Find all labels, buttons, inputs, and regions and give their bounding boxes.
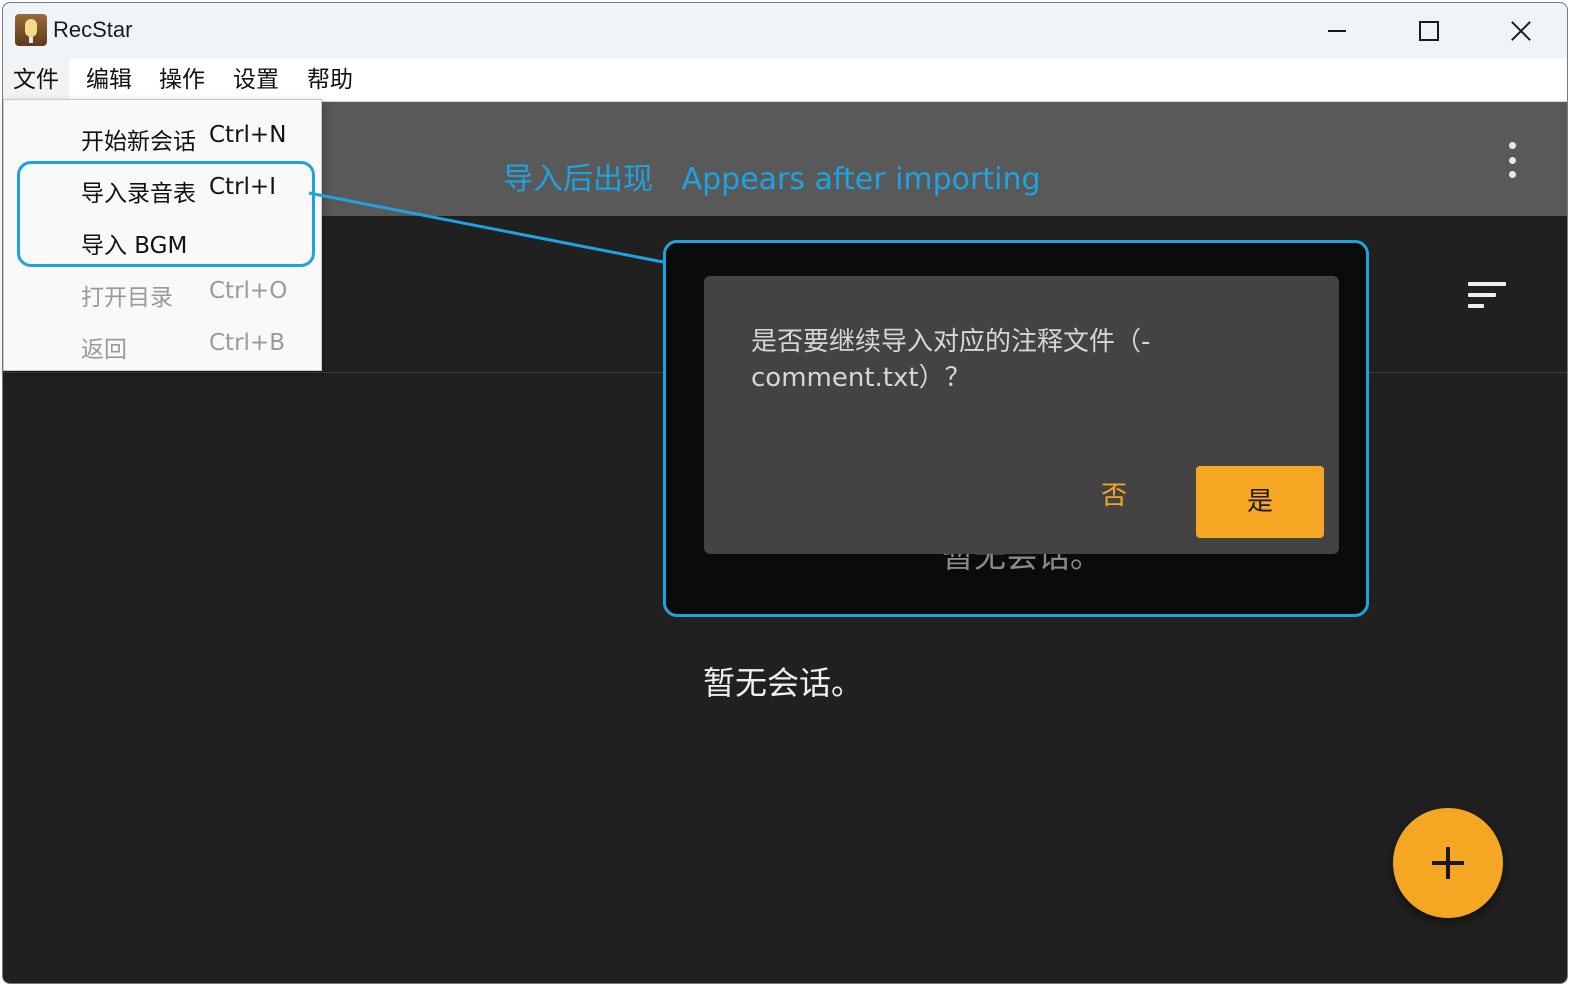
- menu-item-back: 返回 Ctrl+B: [4, 316, 321, 368]
- header-annotation: 导入后出现 Appears after importing: [503, 162, 1041, 197]
- more-vertical-icon[interactable]: [1505, 142, 1519, 178]
- dialog-callout-frame: 暂无会话。 是否要继续导入对应的注释文件（-comment.txt）？ 否 是: [663, 240, 1369, 617]
- menu-file[interactable]: 文件: [3, 59, 69, 101]
- menu-item-label: 导入 BGM: [81, 233, 188, 259]
- confirm-dialog: 是否要继续导入对应的注释文件（-comment.txt）？ 否 是: [704, 276, 1339, 554]
- minimize-icon: [1328, 30, 1346, 32]
- close-button[interactable]: [1475, 3, 1567, 59]
- empty-state-text: 暂无会话。: [703, 664, 864, 702]
- menu-item-shortcut: Ctrl+N: [209, 122, 287, 148]
- menu-item-label: 导入录音表: [81, 181, 196, 207]
- menu-edit[interactable]: 编辑: [76, 59, 142, 101]
- minimize-button[interactable]: [1291, 3, 1383, 59]
- menu-item-new-session[interactable]: 开始新会话 Ctrl+N: [4, 108, 321, 160]
- menu-settings[interactable]: 设置: [223, 59, 289, 101]
- maximize-button[interactable]: [1383, 3, 1475, 59]
- title-bar: RecStar: [3, 3, 1567, 59]
- add-session-button[interactable]: [1393, 808, 1503, 918]
- menu-item-label: 打开目录: [81, 285, 173, 311]
- menu-item-label: 返回: [81, 337, 127, 363]
- window-title: RecStar: [53, 17, 133, 42]
- menu-operate[interactable]: 操作: [149, 59, 215, 101]
- menu-item-label: 开始新会话: [81, 129, 196, 155]
- plus-icon: [1432, 847, 1464, 879]
- menu-bar: 文件 编辑 操作 设置 帮助: [3, 59, 1567, 102]
- recstar-mic-icon: [15, 14, 47, 46]
- yes-button[interactable]: 是: [1196, 466, 1324, 538]
- menu-item-shortcut: Ctrl+B: [209, 330, 285, 356]
- menu-item-shortcut: Ctrl+O: [209, 278, 288, 304]
- menu-item-import-bgm[interactable]: 导入 BGM: [4, 212, 321, 264]
- menu-item-open-folder: 打开目录 Ctrl+O: [4, 264, 321, 316]
- menu-item-import-list[interactable]: 导入录音表 Ctrl+I: [4, 160, 321, 212]
- menu-item-shortcut: Ctrl+I: [209, 174, 276, 200]
- menu-help[interactable]: 帮助: [297, 59, 363, 101]
- no-button[interactable]: 否: [1084, 468, 1144, 524]
- close-icon: [1510, 20, 1532, 42]
- maximize-icon: [1419, 21, 1439, 41]
- dialog-message: 是否要继续导入对应的注释文件（-comment.txt）？: [751, 327, 1151, 393]
- sort-icon[interactable]: [1468, 282, 1508, 308]
- file-menu-dropdown: 开始新会话 Ctrl+N 导入录音表 Ctrl+I 导入 BGM 打开目录 Ct…: [3, 99, 322, 371]
